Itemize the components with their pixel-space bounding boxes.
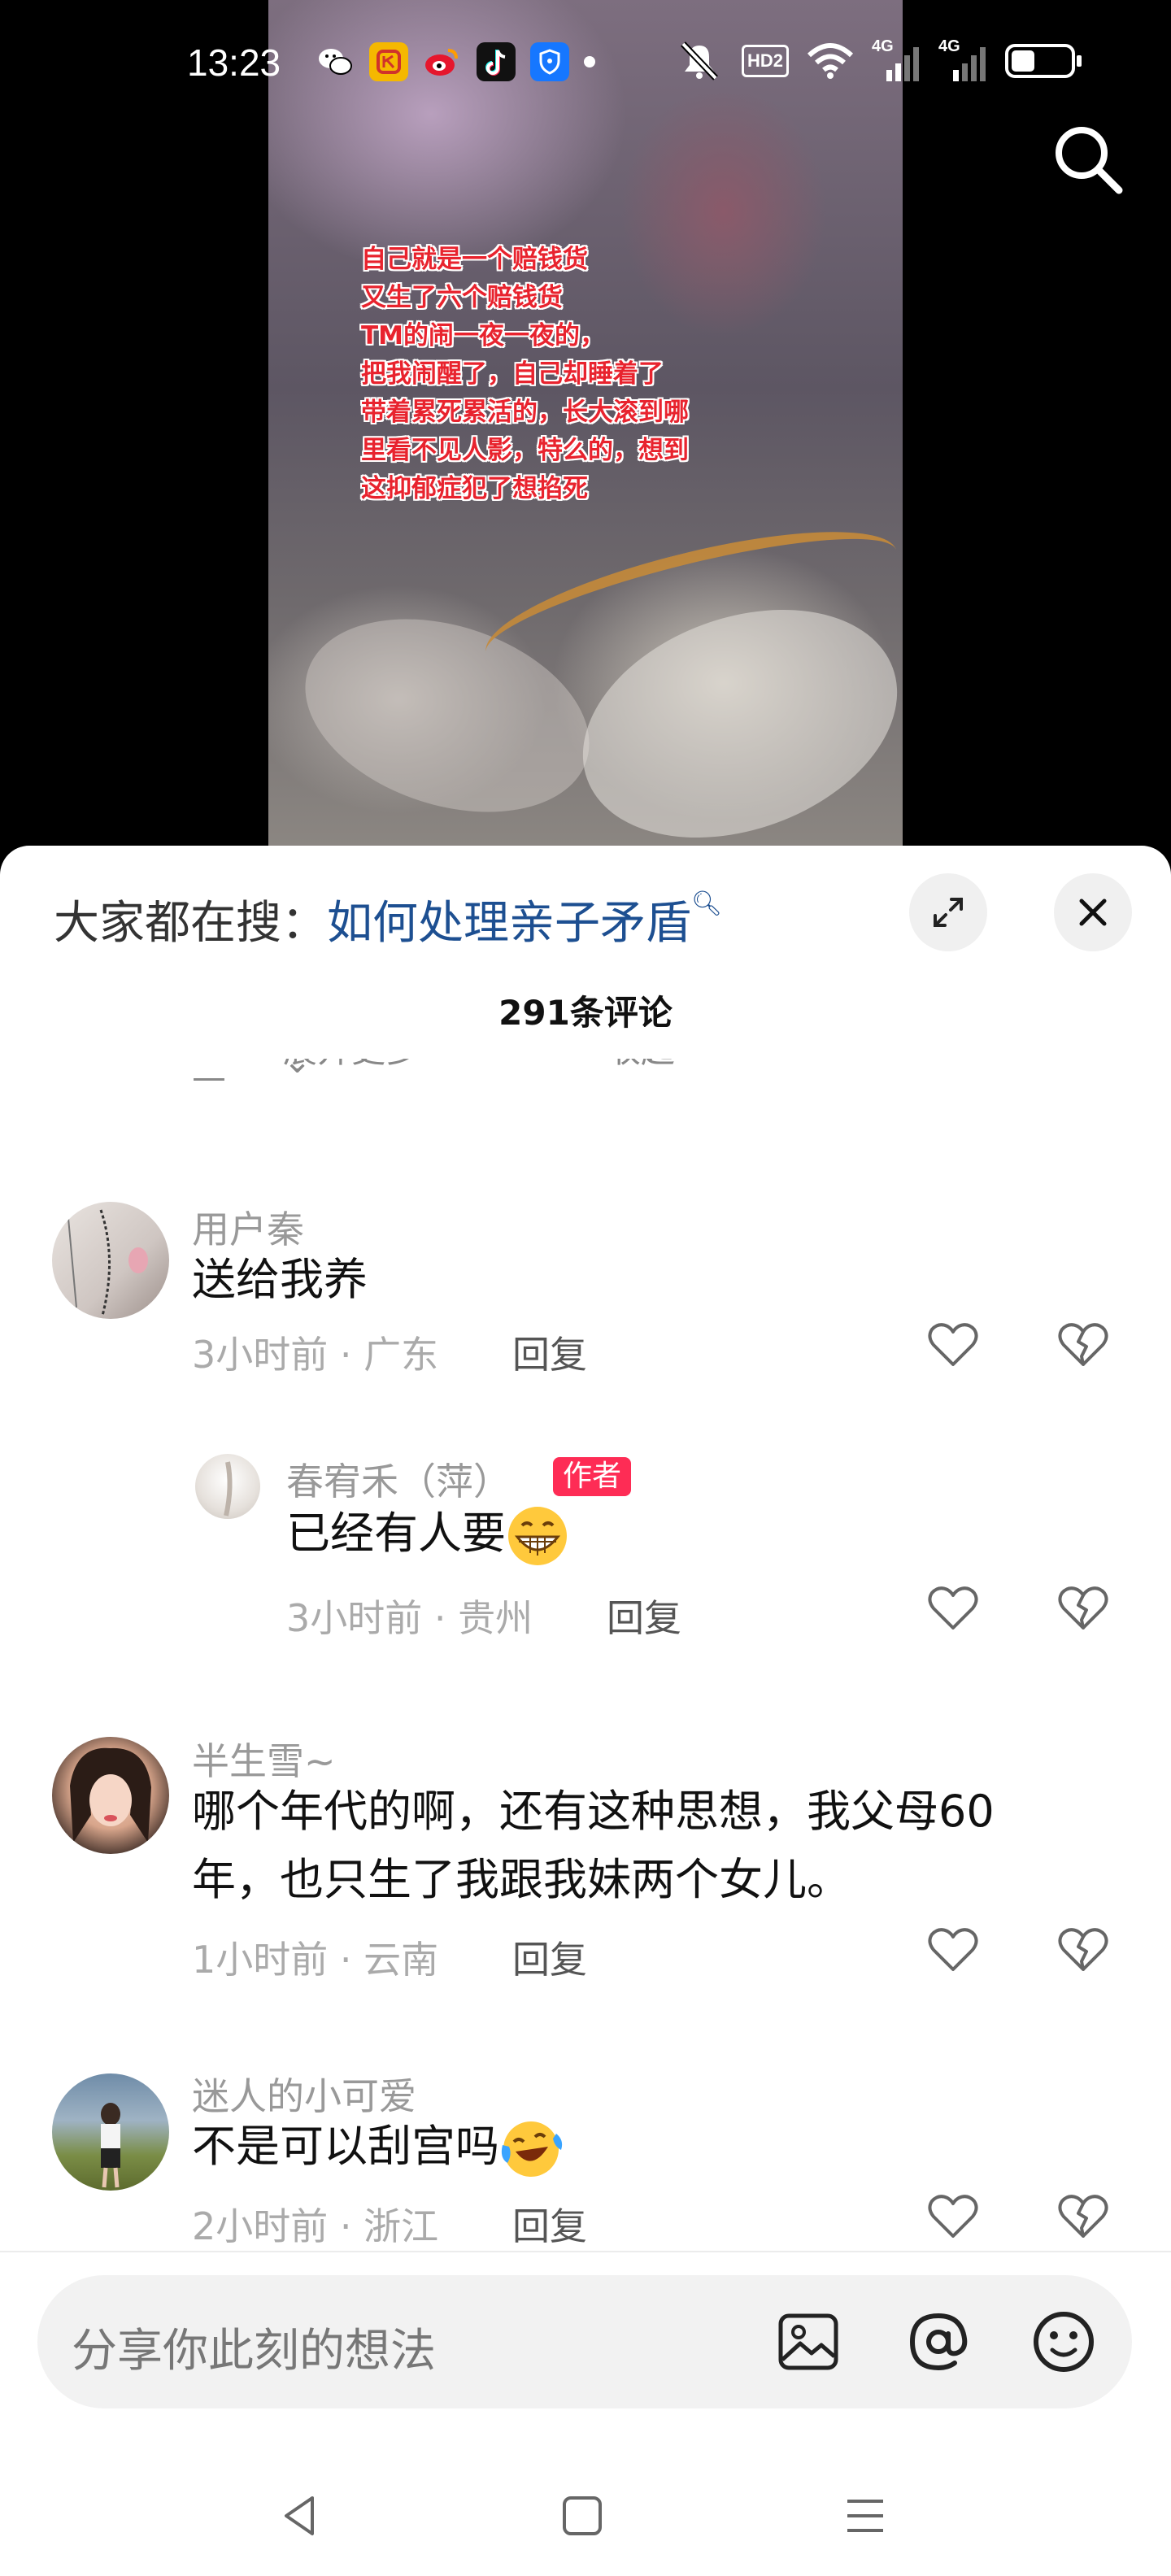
dislike-broken-heart-icon[interactable] [1057, 2192, 1109, 2241]
comment-text-line: 年，也只生了我跟我妹两个女儿。 [192, 1854, 851, 1905]
wechat-icon [316, 42, 355, 81]
avatar[interactable] [52, 1202, 169, 1319]
expand-more-label: 展开更多 [283, 1059, 420, 1073]
like-heart-icon[interactable] [927, 1925, 979, 1974]
notification-icons [316, 42, 595, 81]
back-nav-icon[interactable] [276, 2491, 325, 2540]
like-heart-icon[interactable] [927, 1584, 979, 1633]
weibo-icon [423, 42, 462, 81]
caption-line: 又生了六个赔钱货 [361, 283, 563, 312]
image-picker-icon[interactable] [773, 2306, 844, 2378]
expand-more-link[interactable]: 展开更多 ⌄ [283, 1059, 420, 1081]
author-badge: 作者 [553, 1457, 632, 1496]
comment-meta: 3小时前 · 贵州 [286, 1596, 533, 1640]
reply-button[interactable]: 回复 [512, 1325, 587, 1379]
comment-username[interactable]: 春宥禾（萍） [286, 1452, 511, 1506]
hot-search-term[interactable]: 如何处理亲子矛盾 [327, 897, 691, 950]
close-icon [1079, 899, 1107, 926]
system-navigation-bar [0, 2456, 1171, 2576]
collapse-link[interactable]: 收起 ⌃ [607, 1059, 675, 1081]
search-small-icon: 🔍︎ [691, 890, 723, 918]
kuaishou-app-icon [369, 42, 408, 81]
dislike-broken-heart-icon[interactable] [1057, 1321, 1109, 1369]
comment-meta: 3小时前 · 广东 [192, 1333, 439, 1377]
mute-icon [681, 41, 718, 80]
caption-line: 自己就是一个赔钱货 [361, 245, 588, 274]
comment-meta: 1小时前 · 云南 [192, 1938, 439, 1982]
avatar[interactable] [195, 1454, 260, 1519]
wifi-icon [807, 43, 854, 79]
divider-line: — [192, 1059, 226, 1091]
caption-line: 把我闹醒了，自己却睡着了 [361, 359, 664, 389]
comment-text: 已经有人要 [286, 1508, 506, 1559]
battery-level [1012, 50, 1034, 72]
caption-line: 带着累死累活的，长大滚到哪 [361, 398, 689, 427]
reply-button[interactable]: 回复 [607, 1589, 681, 1643]
comment-text: 送给我养 [192, 1254, 368, 1305]
battery-icon [1005, 44, 1082, 78]
reply-button[interactable]: 回复 [512, 2197, 587, 2251]
hot-search-prefix: 大家都在搜： [54, 897, 327, 950]
video-caption-overlay: 自己就是一个赔钱货 又生了六个赔钱货 TM的闹一夜一夜的， 把我闹醒了，自己却睡… [361, 241, 784, 508]
comment-text-row: 不是可以刮宫吗 [192, 2113, 563, 2181]
comment-meta: 2小时前 · 浙江 [192, 2204, 439, 2248]
emoji-picker-icon[interactable] [1028, 2306, 1099, 2378]
caption-line: TM的闹一夜一夜的， [361, 321, 605, 350]
dislike-broken-heart-icon[interactable] [1057, 1584, 1109, 1633]
video-player[interactable]: 自己就是一个赔钱货 又生了六个赔钱货 TM的闹一夜一夜的， 把我闹醒了，自己却睡… [0, 0, 1171, 862]
status-bar: 13:23 HD2 4G 4G [0, 33, 1171, 98]
avatar[interactable] [52, 1737, 169, 1854]
menu-nav-icon[interactable] [841, 2491, 890, 2540]
caption-line: 这抑郁症犯了想掐死 [361, 474, 588, 503]
expand-collapse-row: — 展开更多 ⌄ 收起 ⌃ [192, 1059, 842, 1091]
comment-input-placeholder: 分享你此刻的想法 [72, 2325, 436, 2378]
mention-at-icon[interactable] [903, 2306, 974, 2378]
search-button[interactable] [1049, 120, 1127, 198]
system-status-icons: HD2 4G 4G [675, 37, 1082, 81]
caption-line: 里看不见人影，特么的，想到 [361, 436, 689, 465]
comment-text-line: 哪个年代的啊，还有这种思想，我父母60 [192, 1786, 995, 1837]
crying-laughing-emoji-icon [501, 2121, 563, 2178]
search-icon [1056, 127, 1123, 194]
divider [0, 2251, 1171, 2252]
like-heart-icon[interactable] [927, 2192, 979, 2241]
expand-icon [934, 898, 963, 927]
comment-text: 不是可以刮宫吗 [192, 2121, 499, 2172]
collapse-label: 收起 [607, 1059, 675, 1073]
more-notifications-dot [584, 56, 595, 67]
status-time: 13:23 [187, 41, 281, 84]
hd-icon: HD2 [742, 45, 789, 77]
close-button[interactable] [1054, 873, 1132, 951]
comment-input[interactable]: 分享你此刻的想法 [37, 2275, 1132, 2408]
signal-4g-icon: 4G [872, 37, 921, 81]
comment-input-area: 分享你此刻的想法 [0, 2251, 1171, 2576]
grinning-emoji-icon [508, 1507, 567, 1566]
comment-text-row: 已经有人要 [286, 1499, 569, 1568]
like-heart-icon[interactable] [927, 1321, 979, 1369]
douyin-icon [477, 42, 516, 81]
dislike-broken-heart-icon[interactable] [1057, 1925, 1109, 1974]
comment-count: 291条评论 [498, 993, 673, 1033]
home-nav-icon[interactable] [559, 2493, 605, 2539]
signal-4g-icon-2: 4G [938, 37, 987, 81]
hot-search-bar[interactable]: 大家都在搜：如何处理亲子矛盾🔍︎ [54, 886, 722, 952]
reply-button[interactable]: 回复 [512, 1930, 587, 1984]
security-app-icon [530, 42, 569, 81]
expand-button[interactable] [909, 873, 987, 951]
avatar[interactable] [52, 2073, 169, 2191]
